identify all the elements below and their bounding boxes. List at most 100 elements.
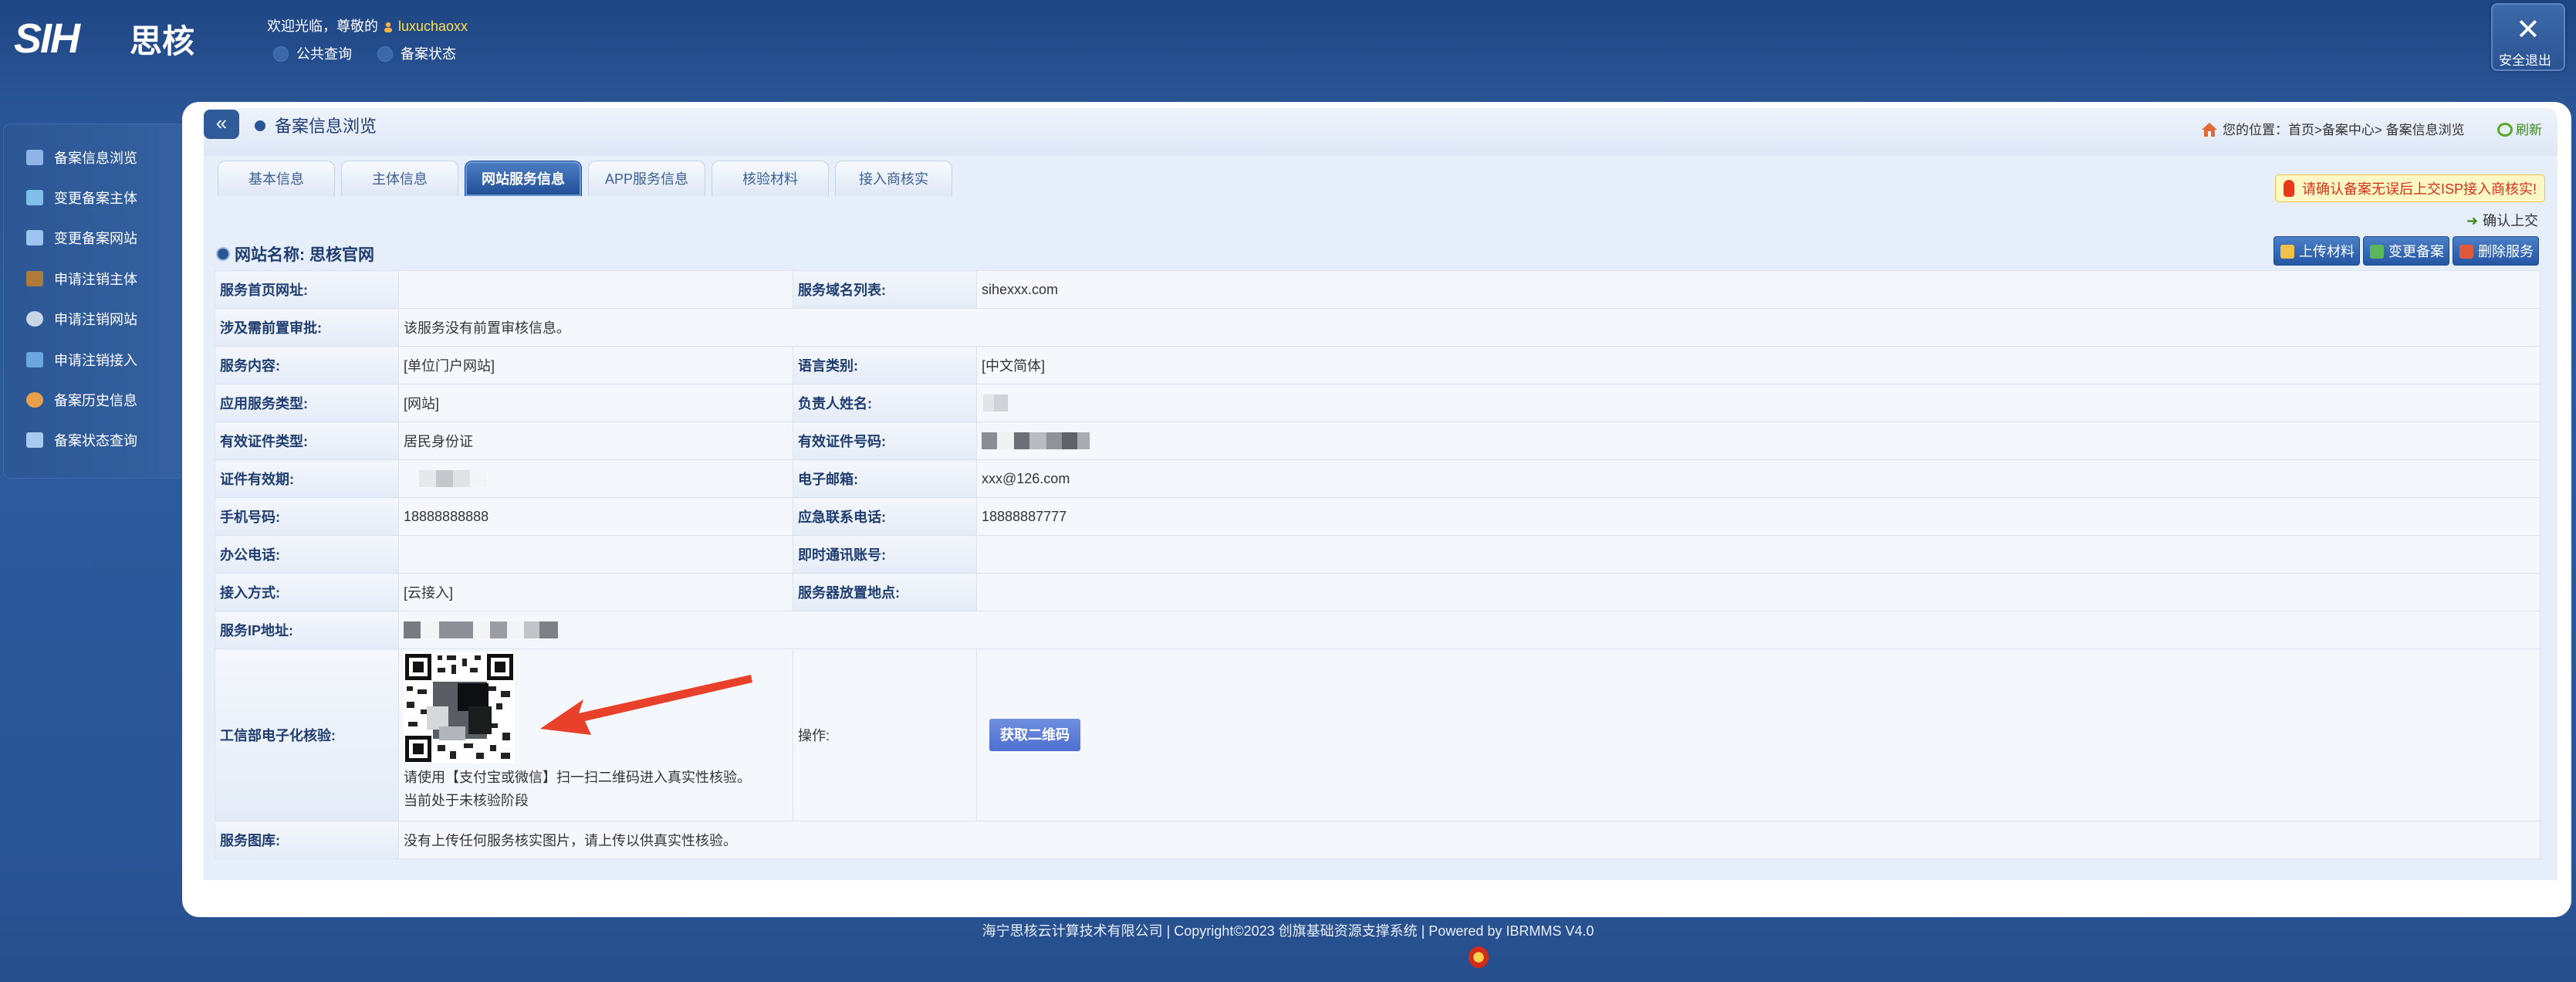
sidebar-item-browse[interactable]: 备案信息浏览 (26, 142, 137, 173)
change-site-icon (26, 230, 43, 246)
welcome-text: 欢迎光临，尊敬的 luxuchaoxx (267, 15, 468, 36)
table-row: 证件有效期: 电子邮箱: xxx@126.com (215, 459, 2541, 498)
field-label: 有效证件类型: (215, 422, 399, 460)
radio-icon (273, 46, 289, 62)
sidebar-item-change-entity[interactable]: 变更备案主体 (26, 182, 137, 213)
sidebar-item-cancel-entity[interactable]: 申请注销主体 (26, 263, 137, 294)
homepage-url-value (398, 270, 793, 309)
table-row: 服务图库: 没有上传任何服务核实图片，请上传以供真实性核验。 (215, 821, 2541, 859)
refresh-icon (2497, 123, 2513, 137)
confirm-warning: 请确认备案无误后上交ISP接入商核实! (2275, 174, 2545, 202)
confirm-submit-link[interactable]: ➜ 确认上交 (2466, 210, 2538, 230)
field-label: 服务域名列表: (793, 270, 977, 309)
office-phone-value (398, 535, 793, 574)
table-row: 服务首页网址: 服务域名列表: sihexxx.com (215, 270, 2541, 309)
logout-button[interactable]: ✕ 安全退出 (2491, 3, 2565, 71)
sih-logo: SIH 思核 (14, 15, 194, 62)
site-name-heading: 网站名称: 思核官网 (216, 242, 374, 266)
emergency-phone-value: 18888887777 (976, 497, 2541, 536)
tab-website-service-info[interactable]: 网站服务信息 (465, 161, 582, 196)
field-label: 手机号码: (215, 497, 399, 536)
table-row: 手机号码: 18888888888 应急联系电话: 18888887777 (215, 497, 2541, 536)
qr-code (404, 652, 515, 764)
sidebar-item-history[interactable]: 备案历史信息 (26, 384, 137, 415)
filing-status-link[interactable]: 备案状态 (377, 46, 456, 62)
get-qr-code-button[interactable]: 获取二维码 (989, 719, 1080, 751)
tab-verification-materials[interactable]: 核验材料 (712, 161, 829, 196)
field-label: 服务IP地址: (215, 611, 399, 649)
footer-text: 海宁思核云计算技术有限公司 | Copyright©2023 创旗基础资源支撑系… (982, 923, 1594, 939)
tab-app-service-info[interactable]: APP服务信息 (588, 161, 705, 196)
email-value: xxx@126.com (976, 459, 2541, 498)
domain-list-value: sihexxx.com (976, 270, 2541, 309)
delete-service-button[interactable]: 删除服务 (2453, 236, 2539, 266)
table-row: 涉及需前置审批: 该服务没有前置审核信息。 (215, 308, 2541, 347)
field-label: 服务器放置地点: (793, 573, 977, 611)
id-type-value: 居民身份证 (398, 422, 793, 460)
collapse-sidebar-button[interactable]: « (204, 110, 239, 139)
field-label: 有效证件号码: (793, 422, 977, 460)
logout-label: 安全退出 (2499, 53, 2551, 68)
field-label: 电子邮箱: (793, 459, 977, 498)
svg-text:思核: 思核 (130, 22, 194, 60)
field-label: 服务内容: (215, 346, 399, 384)
tab-isp-verification[interactable]: 接入商核实 (835, 161, 952, 196)
field-label: 服务图库: (215, 821, 399, 859)
server-ip-value (398, 611, 2541, 649)
id-validity-value (398, 459, 793, 498)
responsible-name-value (976, 384, 2541, 422)
operation-label: 操作: (793, 648, 977, 821)
breadcrumb: 您的位置：首页>备案中心> 备案信息浏览 (2201, 119, 2465, 138)
sidebar-item-cancel-access[interactable]: 申请注销接入 (26, 344, 137, 375)
cancel-access-icon (26, 352, 43, 367)
sidebar-item-change-site[interactable]: 变更备案网站 (26, 222, 137, 253)
field-label: 应用服务类型: (215, 384, 399, 422)
public-query-link[interactable]: 公共查询 (273, 46, 352, 62)
upload-materials-button[interactable]: 上传材料 (2273, 236, 2360, 266)
service-type-value: [网站] (398, 384, 793, 422)
arrow-right-icon: ➜ (2466, 213, 2479, 229)
bulb-icon (2284, 180, 2294, 197)
sidebar-item-cancel-site[interactable]: 申请注销网站 (26, 303, 137, 334)
close-icon: ✕ (2516, 14, 2541, 46)
qr-instruction: 请使用【支付宝或微信】扫一扫二维码进入真实性核验。 (404, 770, 751, 785)
tab-entity-info[interactable]: 主体信息 (341, 161, 458, 196)
circle-arrow-icon (216, 247, 230, 261)
status-query-icon (26, 432, 43, 448)
service-content-value: [单位门户网站] (398, 346, 793, 384)
field-label: 即时通讯账号: (793, 535, 977, 574)
radio-icon (377, 46, 394, 62)
cancel-entity-icon (26, 271, 43, 286)
refresh-button[interactable]: 刷新 (2497, 119, 2542, 138)
mobile-value: 18888888888 (398, 497, 793, 536)
verification-status: 当前处于未核验阶段 (404, 793, 529, 808)
table-row: 应用服务类型: [网站] 负责人姓名: (215, 384, 2541, 422)
browse-icon (26, 150, 43, 165)
field-label: 负责人姓名: (793, 384, 977, 422)
cancel-site-icon (26, 311, 43, 327)
annotation-arrow (540, 675, 752, 735)
field-label: 办公电话: (215, 535, 399, 574)
page-title: 备案信息浏览 (255, 113, 377, 137)
sidebar-item-status-query[interactable]: 备案状态查询 (26, 425, 137, 455)
tab-strip: 基本信息 主体信息 网站服务信息 APP服务信息 核验材料 接入商核实 (208, 157, 1752, 198)
tab-basic-info[interactable]: 基本信息 (218, 161, 335, 196)
svg-text:SIH: SIH (14, 15, 81, 62)
field-label: 涉及需前置审批: (215, 308, 399, 347)
change-entity-icon (26, 190, 43, 205)
change-filing-button[interactable]: 变更备案 (2363, 236, 2449, 266)
table-row: 有效证件类型: 居民身份证 有效证件号码: (215, 422, 2541, 460)
upload-icon (2280, 245, 2294, 259)
field-label: 应急联系电话: (793, 497, 977, 536)
delete-icon (2459, 245, 2473, 259)
table-row: 服务内容: [单位门户网站] 语言类别: [中文简体] (215, 346, 2541, 384)
double-chevron-left-icon: « (215, 111, 228, 134)
field-label: 服务首页网址: (215, 270, 399, 309)
user-icon (383, 20, 394, 32)
id-number-value (976, 422, 2541, 460)
operation-cell: 获取二维码 (976, 648, 2541, 821)
service-info-table: 服务首页网址: 服务域名列表: sihexxx.com 涉及需前置审批: 该服务… (215, 270, 2541, 859)
home-icon (2201, 122, 2218, 137)
welcome-prefix: 欢迎光临，尊敬的 (267, 19, 378, 34)
username[interactable]: luxuchaoxx (398, 19, 468, 34)
